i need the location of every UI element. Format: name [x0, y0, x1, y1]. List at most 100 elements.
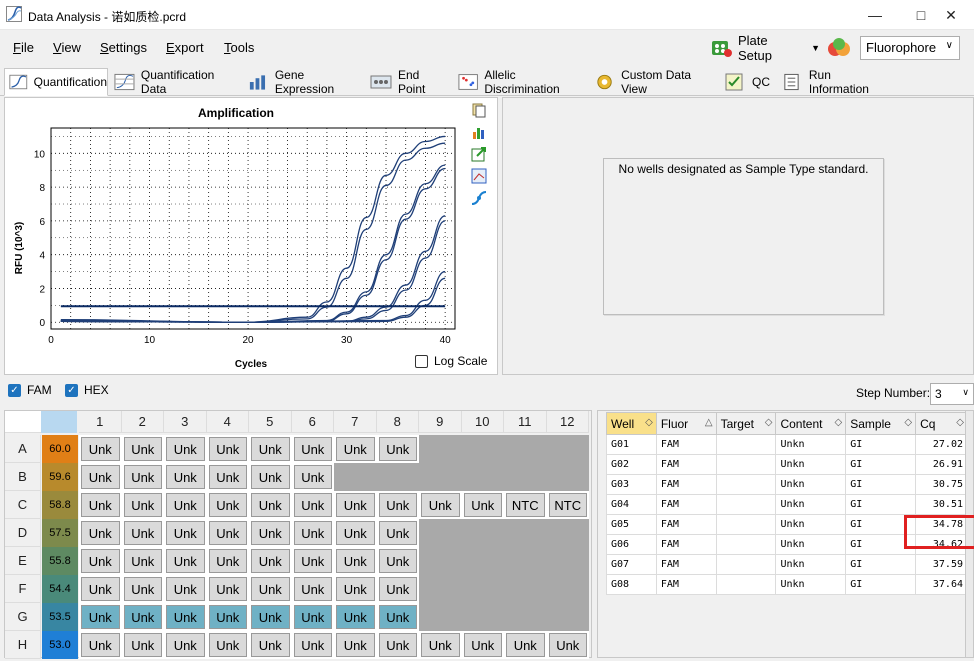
column-header[interactable]: 10	[461, 411, 504, 433]
plate-well[interactable]: Unk	[79, 435, 122, 463]
plate-well[interactable]: Unk	[164, 463, 207, 491]
row-header[interactable]: A	[5, 435, 41, 463]
plate-well[interactable]: Unk	[376, 547, 419, 575]
column-header[interactable]: 9	[419, 411, 462, 433]
plate-well[interactable]	[461, 519, 504, 547]
plate-well[interactable]: Unk	[79, 603, 122, 631]
plate-well[interactable]: Unk	[291, 463, 334, 491]
plate-well[interactable]: Unk	[206, 491, 249, 519]
dye-icon[interactable]	[826, 36, 852, 60]
menu-file[interactable]: File	[13, 40, 34, 55]
plate-well[interactable]	[504, 603, 547, 631]
zoom-icon[interactable]	[471, 168, 487, 184]
fam-toggle[interactable]: ✓ FAM	[8, 383, 52, 397]
column-header[interactable]: 7	[334, 411, 377, 433]
plate-well[interactable]: Unk	[79, 575, 122, 603]
plate-well[interactable]: Unk	[376, 491, 419, 519]
step-number-select[interactable]: 3 ∨	[930, 383, 974, 405]
plate-well[interactable]	[461, 463, 504, 491]
plate-well[interactable]: Unk	[334, 603, 377, 631]
table-row[interactable]: G04 FAM Unkn GI 30.51	[606, 494, 968, 515]
sort-icon[interactable]: ◇	[835, 417, 843, 428]
plate-well[interactable]	[546, 519, 589, 547]
column-header[interactable]: 8	[376, 411, 419, 433]
plate-well[interactable]: Unk	[461, 491, 504, 519]
plate-well[interactable]: Unk	[249, 491, 292, 519]
plate-well[interactable]: Unk	[121, 631, 164, 659]
plate-well[interactable]: Unk	[206, 463, 249, 491]
plate-well[interactable]: Unk	[79, 631, 122, 659]
menu-settings[interactable]: Settings	[100, 40, 147, 55]
plate-well[interactable]	[461, 603, 504, 631]
plate-well[interactable]	[546, 547, 589, 575]
plate-well[interactable]	[461, 547, 504, 575]
column-header[interactable]: 2	[121, 411, 164, 433]
plate-well[interactable]	[461, 435, 504, 463]
plate-well[interactable]: Unk	[376, 435, 419, 463]
plate-well[interactable]: Unk	[249, 547, 292, 575]
column-header-cq[interactable]: Cq ◇	[915, 412, 968, 435]
plate-well[interactable]: Unk	[164, 631, 207, 659]
plate-well[interactable]: Unk	[121, 463, 164, 491]
menu-tools[interactable]: Tools	[224, 40, 254, 55]
plate-well[interactable]	[419, 519, 462, 547]
curve-icon[interactable]	[471, 190, 487, 206]
plate-well[interactable]: Unk	[546, 631, 589, 659]
row-header[interactable]: D	[5, 519, 41, 547]
row-header[interactable]: E	[5, 547, 41, 575]
table-row[interactable]: G01 FAM Unkn GI 27.02	[606, 434, 968, 455]
sort-icon[interactable]: ◇	[645, 417, 653, 428]
plate-setup-button[interactable]: Plate Setup ▼	[710, 33, 820, 63]
row-header[interactable]: F	[5, 575, 41, 603]
plate-well[interactable]: Unk	[121, 603, 164, 631]
plate-well[interactable]: Unk	[334, 491, 377, 519]
plate-well[interactable]	[546, 435, 589, 463]
log-scale-checkbox[interactable]	[415, 354, 428, 368]
plate-well[interactable]: Unk	[334, 547, 377, 575]
plate-well[interactable]: Unk	[334, 435, 377, 463]
plate-well[interactable]	[546, 603, 589, 631]
column-header[interactable]: 1	[79, 411, 122, 433]
tab-run-information[interactable]: Run Information	[778, 68, 890, 96]
plate-well[interactable]: Unk	[291, 547, 334, 575]
plate-well[interactable]: Unk	[79, 547, 122, 575]
plate-well[interactable]: Unk	[164, 435, 207, 463]
plate-well[interactable]: Unk	[206, 575, 249, 603]
plate-well[interactable]: Unk	[291, 435, 334, 463]
plate-well[interactable]: Unk	[249, 603, 292, 631]
plate-well[interactable]: Unk	[79, 491, 122, 519]
column-header-sample[interactable]: Sample ◇	[845, 412, 917, 435]
plate-well[interactable]: Unk	[121, 519, 164, 547]
plate-well[interactable]: Unk	[121, 575, 164, 603]
plate-well[interactable]: Unk	[249, 519, 292, 547]
column-header[interactable]: 5	[249, 411, 292, 433]
row-header[interactable]: G	[5, 603, 41, 631]
sort-icon[interactable]: ◇	[765, 417, 773, 428]
close-icon[interactable]: ✕	[928, 0, 974, 30]
plate-well[interactable]	[419, 435, 462, 463]
column-header[interactable]: 12	[546, 411, 589, 433]
plate-well[interactable]: Unk	[249, 575, 292, 603]
chart-options-icon[interactable]	[471, 124, 487, 140]
plate-well[interactable]: Unk	[291, 603, 334, 631]
hex-toggle[interactable]: ✓ HEX	[65, 383, 109, 397]
row-header[interactable]: C	[5, 491, 41, 519]
menu-view[interactable]: View	[53, 40, 81, 55]
plate-well[interactable]: NTC	[504, 491, 547, 519]
plate-well[interactable]: Unk	[206, 435, 249, 463]
table-row[interactable]: G02 FAM Unkn GI 26.91	[606, 454, 968, 475]
plate-well[interactable]	[419, 463, 462, 491]
plate-well[interactable]: Unk	[334, 575, 377, 603]
export-icon[interactable]	[471, 146, 487, 162]
minimize-icon[interactable]: —	[852, 0, 898, 30]
check-icon[interactable]: ✓	[8, 383, 21, 397]
plate-well[interactable]: Unk	[206, 631, 249, 659]
plate-well[interactable]	[546, 463, 589, 491]
column-header-fluor[interactable]: Fluor △	[655, 412, 717, 435]
plate-well[interactable]: Unk	[79, 463, 122, 491]
tab-quantification[interactable]: Quantification	[4, 68, 108, 96]
column-header[interactable]: 3	[164, 411, 207, 433]
table-row[interactable]: G08 FAM Unkn GI 37.64	[606, 574, 968, 595]
plate-well[interactable]: Unk	[334, 519, 377, 547]
column-header[interactable]: 6	[291, 411, 334, 433]
